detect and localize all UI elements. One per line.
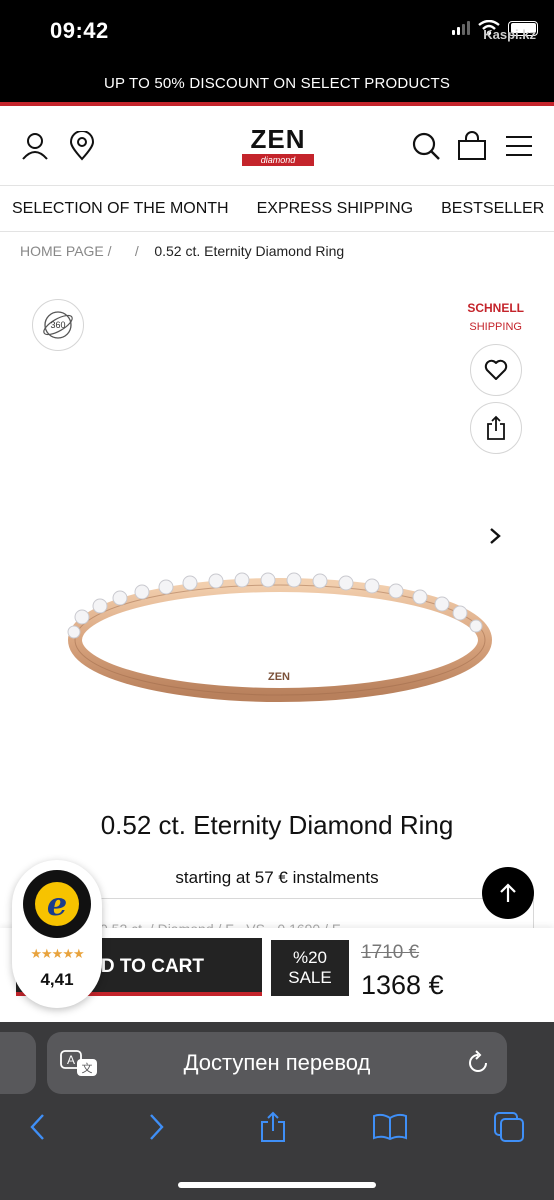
breadcrumb-current: 0.52 ct. Eternity Diamond Ring (154, 243, 345, 259)
arrow-up-icon (500, 883, 516, 902)
account-icon[interactable] (19, 130, 51, 162)
signal-icon (452, 21, 470, 35)
chevron-left-icon (30, 1114, 44, 1140)
tabs-icon (494, 1112, 524, 1142)
share-button[interactable] (470, 402, 522, 454)
rating-stars: ★★★★★ (30, 946, 84, 961)
store-locator-icon[interactable] (66, 130, 98, 162)
logo-wordmark: ZEN (250, 124, 306, 154)
logo-subtitle: diamond (242, 154, 314, 166)
trusted-shops-badge[interactable]: e ★★★★★ 4,41 (12, 860, 102, 1008)
nav-item-express-shipping[interactable]: EXPRESS SHIPPING (243, 200, 428, 218)
home-indicator (178, 1182, 376, 1188)
category-nav: SELECTION OF THE MONTH EXPRESS SHIPPING … (0, 186, 554, 232)
share-icon (261, 1111, 285, 1142)
promo-banner[interactable]: UP TO 50% DISCOUNT ON SELECT PRODUCTS (0, 64, 554, 104)
address-bar-text: Доступен перевод (183, 1050, 371, 1075)
browser-toolbar: A 文 Доступен перевод (0, 1022, 554, 1200)
breadcrumb-separator: / (134, 243, 139, 259)
scroll-to-top-button[interactable] (482, 867, 534, 919)
old-price: 1710 € (361, 942, 420, 963)
nav-item-bestseller[interactable]: BESTSELLER (427, 200, 554, 218)
share-icon (487, 415, 505, 440)
status-time: 09:42 (50, 18, 109, 43)
wishlist-button[interactable] (470, 344, 522, 396)
variant-select[interactable]: 0.52 ct. / Diamond / F - VS - 0.1690 / F (80, 898, 534, 932)
nav-item-selection-of-month[interactable]: SELECTION OF THE MONTH (0, 200, 243, 218)
share-sheet-button[interactable] (254, 1108, 292, 1146)
book-icon (373, 1113, 407, 1141)
back-button[interactable] (18, 1108, 56, 1146)
view-360-button[interactable]: 360 (32, 299, 84, 351)
menu-icon[interactable] (503, 130, 535, 162)
rating-score: 4,41 (40, 970, 74, 989)
bookmarks-button[interactable] (371, 1108, 409, 1146)
product-title: 0.52 ct. Eternity Diamond Ring (100, 810, 454, 840)
site-header: ZEN diamond (0, 106, 554, 186)
reload-icon[interactable] (465, 1050, 491, 1076)
badge-line-2: SHIPPING (469, 321, 522, 333)
address-bar[interactable]: A 文 Доступен перевод (47, 1032, 507, 1094)
badge-line-1: SCHNELL (467, 301, 524, 315)
forward-button[interactable] (138, 1108, 176, 1146)
breadcrumb-separator: / (107, 243, 112, 259)
product-image[interactable]: ZEN (40, 540, 520, 740)
cart-bag-icon[interactable] (456, 130, 488, 162)
chevron-right-icon (150, 1114, 164, 1140)
sale-label: SALE (288, 968, 332, 987)
breadcrumb-home[interactable]: HOME PAGE (20, 243, 104, 259)
trusted-shops-seal-icon: e (23, 870, 91, 938)
rotate-360-icon: 360 (43, 311, 73, 339)
watermark: Kaspi.kz (483, 27, 536, 42)
ring-illustration: ZEN (67, 572, 492, 702)
sale-badge: %20 SALE (271, 940, 349, 996)
status-bar: 09:42 Kaspi.kz (0, 0, 554, 64)
previous-tab-bar[interactable] (0, 1032, 36, 1094)
site-logo[interactable]: ZEN diamond (242, 126, 314, 168)
sale-percent: %20 (292, 948, 328, 967)
svg-text:ZEN: ZEN (268, 671, 290, 683)
current-price: 1368 € (361, 970, 444, 1000)
tabs-button[interactable] (490, 1108, 528, 1146)
search-icon[interactable] (410, 130, 442, 162)
svg-text:360: 360 (50, 320, 65, 330)
express-shipping-badge: SCHNELL SHIPPING (467, 301, 524, 333)
heart-icon (484, 359, 508, 380)
breadcrumb: HOME PAGE / / 0.52 ct. Eternity Diamond … (20, 243, 344, 259)
